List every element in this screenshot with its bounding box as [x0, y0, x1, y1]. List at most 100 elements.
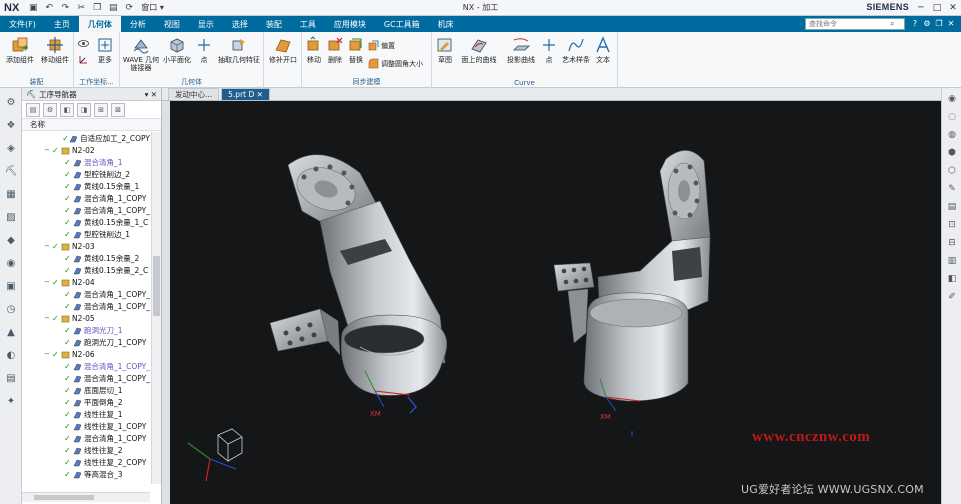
assembly-navigator-icon[interactable]: ◈	[3, 140, 19, 156]
tree-operation-row[interactable]: ✓ 混合清角_1_COPY_	[22, 288, 150, 300]
tab-start-center[interactable]: 发动中心...	[168, 88, 220, 100]
operation-navigator-icon[interactable]: ⛏	[3, 163, 19, 179]
curve-on-face-button[interactable]: 面上的曲线	[458, 36, 500, 64]
menu-tab-10[interactable]: GC工具箱	[375, 16, 429, 32]
machine-tool-view-icon[interactable]: ⚙	[43, 102, 57, 117]
paste-icon[interactable]: ▤	[107, 2, 119, 14]
wireframe-icon[interactable]: ⬡	[945, 164, 959, 178]
cut-icon[interactable]: ✂	[75, 2, 87, 14]
tree-operation-row[interactable]: ✓ 混合清角_1_COPY_	[22, 300, 150, 312]
replace-face-button[interactable]: 替换	[346, 36, 366, 64]
expand-toggle-icon[interactable]: −	[44, 242, 52, 250]
history-icon[interactable]: ◷	[3, 301, 19, 317]
settings-icon[interactable]: ⚙	[921, 17, 933, 30]
tree-group-row[interactable]: − ✓ N2-05	[22, 312, 150, 324]
part-navigator-icon[interactable]: ❖	[3, 117, 19, 133]
tree-operation-row[interactable]: ✓ 黄线0.15余量_1_C	[22, 216, 150, 228]
tree-operation-row[interactable]: ✓ 线性往复_2	[22, 444, 150, 456]
tree-group-row[interactable]: − ✓ N2-06	[22, 348, 150, 360]
window-menu[interactable]: 窗口 ▾	[141, 2, 164, 13]
tree-operation-row[interactable]: ✓ 线性往复_1	[22, 408, 150, 420]
undo-icon[interactable]: ↶	[43, 2, 55, 14]
brush-icon[interactable]: ✐	[945, 290, 959, 304]
view-fit-icon[interactable]: ◉	[945, 92, 959, 106]
wcs-dynamic-button[interactable]	[78, 54, 91, 65]
palette-icon[interactable]: ▣	[3, 278, 19, 294]
reuse-library-icon[interactable]: ▨	[3, 209, 19, 225]
wave-linker-button[interactable]: WAVE 几何链接器	[122, 36, 160, 72]
expand-toggle-icon[interactable]: −	[44, 314, 52, 322]
web-browser-icon[interactable]: ◉	[3, 255, 19, 271]
hd3d-icon[interactable]: ◆	[3, 232, 19, 248]
close-button[interactable]: ✕	[945, 0, 961, 16]
command-search[interactable]: ⌕	[805, 18, 905, 30]
tab-part-file[interactable]: 5.prt D ✕	[221, 88, 270, 100]
view-orient-icon[interactable]: ⊡	[945, 218, 959, 232]
maximize-button[interactable]: □	[929, 0, 945, 16]
tree-operation-row[interactable]: ✓ 跑洞光刀_1_COPY	[22, 336, 150, 348]
extract-geometry-button[interactable]: 抽取几何特征	[216, 36, 262, 64]
section-icon[interactable]: ⊟	[945, 236, 959, 250]
view-triad[interactable]	[187, 428, 243, 482]
minimize-button[interactable]: ─	[913, 0, 929, 16]
tree-operation-row[interactable]: ✓ 混合清角_1_COPY	[22, 432, 150, 444]
workpiece-right[interactable]: XM	[553, 150, 711, 436]
wcs-eye-button[interactable]	[78, 38, 91, 49]
method-view-icon[interactable]: ◨	[77, 102, 91, 117]
tree-operation-row[interactable]: ✓ 黄线0.15余量_2_C	[22, 264, 150, 276]
offset-face-button[interactable]: 偏置	[368, 40, 395, 51]
tree-operation-row[interactable]: ✓ 线性往复_1_COPY	[22, 420, 150, 432]
menu-tab-7[interactable]: 装配	[257, 16, 291, 32]
menu-tab-1[interactable]: 主页	[45, 16, 79, 32]
tree-operation-row[interactable]: ✓ 混合清角_1_COPY	[22, 192, 150, 204]
more-button[interactable]: 更多	[92, 36, 118, 64]
tree-group-row[interactable]: − ✓ N2-03	[22, 240, 150, 252]
save-icon[interactable]: ▣	[27, 2, 39, 14]
navigator-pin-icon[interactable]: ▾ ✕	[145, 90, 161, 99]
process-studio-icon[interactable]: ▤	[3, 370, 19, 386]
show-icon[interactable]: ◍	[945, 128, 959, 142]
shaded-icon[interactable]: ⬢	[945, 146, 959, 160]
edit-object-icon[interactable]: ✎	[945, 182, 959, 196]
tree-group-row[interactable]: − ✓ N2-02	[22, 144, 150, 156]
navigator-horizontal-scrollbar[interactable]	[22, 492, 150, 502]
menu-tab-4[interactable]: 视图	[155, 16, 189, 32]
expand-toggle-icon[interactable]: −	[44, 146, 52, 154]
tree-operation-row[interactable]: ✓ 混合清角_1_COPY_	[22, 360, 150, 372]
add-component-button[interactable]: 添加组件	[4, 36, 36, 64]
patch-opening-button[interactable]: 修补开口	[266, 36, 300, 64]
text-button[interactable]: 文本	[592, 36, 614, 64]
machine-tool-icon[interactable]: ▦	[3, 186, 19, 202]
tree-operation-row[interactable]: ✓ 线性往复_2_COPY	[22, 456, 150, 468]
tree-operation-row[interactable]: ✓ 底面层切_1	[22, 384, 150, 396]
resize-blend-button[interactable]: 调整圆角大小	[368, 58, 423, 69]
geometry-view-icon[interactable]: ◧	[60, 102, 74, 117]
redo-icon[interactable]: ↷	[59, 2, 71, 14]
system-material-icon[interactable]: ◐	[3, 347, 19, 363]
workpiece-left[interactable]: XM	[269, 154, 447, 418]
repeat-icon[interactable]: ⟳	[123, 2, 135, 14]
menu-tab-2[interactable]: 几何体	[78, 16, 121, 32]
tree-operation-row[interactable]: ✓ 等高混合_3	[22, 468, 150, 480]
facet-button[interactable]: 小平面化	[162, 36, 192, 64]
point-button[interactable]: 点	[194, 36, 214, 64]
menu-tab-8[interactable]: 工具	[291, 16, 325, 32]
tree-operation-row[interactable]: ✓ 黄线0.15余量_1	[22, 180, 150, 192]
manufacturing-wizard-icon[interactable]: ✦	[3, 393, 19, 409]
tree-operation-row[interactable]: ✓ 型腔铣削边_2	[22, 168, 150, 180]
menu-tab-0[interactable]: 文件(F)	[0, 16, 45, 32]
tree-operation-row[interactable]: ✓ 黄线0.15余量_2	[22, 252, 150, 264]
project-curve-button[interactable]: 投影曲线	[502, 36, 540, 64]
hide-icon[interactable]: ◌	[945, 110, 959, 124]
point-curve-button[interactable]: 点	[540, 36, 558, 64]
tree-operation-row[interactable]: ✓ 自适应加工_2_COPY	[22, 132, 150, 144]
filter-icon[interactable]: ⊞	[94, 102, 108, 117]
sketch-button[interactable]: 草图	[434, 36, 456, 64]
layer-icon[interactable]: ▤	[945, 200, 959, 214]
search-icon[interactable]: ⌕	[890, 19, 894, 29]
navigator-vertical-scrollbar[interactable]	[151, 132, 161, 484]
tree-operation-row[interactable]: ✓ 型腔铣削边_1	[22, 228, 150, 240]
menu-tab-11[interactable]: 机床	[429, 16, 463, 32]
tree-operation-row[interactable]: ✓ 跑洞光刀_1	[22, 324, 150, 336]
tree-operation-row[interactable]: ✓ 混合清角_1_COPY_	[22, 372, 150, 384]
